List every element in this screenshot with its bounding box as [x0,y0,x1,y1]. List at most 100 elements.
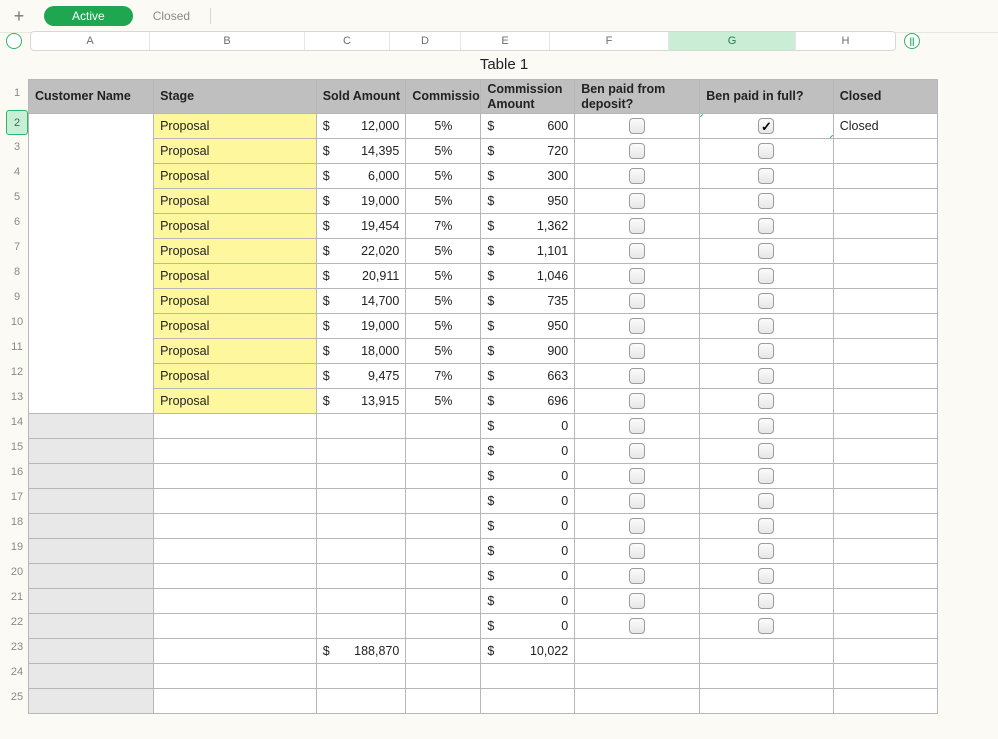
cell-deposit-paid[interactable] [575,464,700,489]
cell-sold-amount[interactable] [316,514,406,539]
checkbox-deposit[interactable] [629,493,645,509]
cell[interactable] [833,689,937,714]
cell-paid-in-full[interactable] [700,614,833,639]
cell-sold-amount[interactable]: $22,020 [316,239,406,264]
cell-commission-amount[interactable]: $0 [481,439,575,464]
column-letter-H[interactable]: H [796,32,895,50]
cell-commission-amount[interactable]: $0 [481,539,575,564]
cell-commission-pct[interactable]: 5% [406,239,481,264]
checkbox-paid-full[interactable] [758,543,774,559]
cell-closed[interactable] [833,289,937,314]
checkbox-deposit[interactable] [629,468,645,484]
cell-stage[interactable]: Proposal [154,389,317,414]
row-number[interactable]: 24 [6,660,28,685]
cell-sold-amount[interactable]: $14,700 [316,289,406,314]
header-closed[interactable]: Closed [833,80,937,114]
checkbox-deposit[interactable] [629,268,645,284]
checkbox-paid-full[interactable] [758,493,774,509]
checkbox-paid-full[interactable] [758,268,774,284]
cell-paid-in-full[interactable] [700,639,833,664]
cell-commission-pct[interactable] [406,464,481,489]
checkbox-deposit[interactable] [629,318,645,334]
cell-sold-amount[interactable]: $20,911 [316,264,406,289]
row-number[interactable]: 18 [6,510,28,535]
checkbox-deposit[interactable] [629,143,645,159]
cell-sold-amount[interactable]: $18,000 [316,339,406,364]
cell-commission-amount[interactable]: $1,362 [481,214,575,239]
cell[interactable] [406,664,481,689]
cell[interactable] [575,664,700,689]
cell-paid-in-full[interactable] [700,414,833,439]
cell-stage[interactable]: Proposal [154,339,317,364]
cell-sold-amount[interactable]: $14,395 [316,139,406,164]
cell-commission-pct[interactable] [406,614,481,639]
checkbox-paid-full[interactable] [758,118,774,134]
header-deposit-paid[interactable]: Ben paid fromdeposit? [575,80,700,114]
cell-stage[interactable] [154,639,317,664]
cell-paid-in-full[interactable] [700,489,833,514]
freeze-toggle-button[interactable]: || [904,33,920,49]
cell-commission-pct[interactable] [406,589,481,614]
cell-commission-amount[interactable]: $600 [481,114,575,139]
cell-commission-pct[interactable]: 5% [406,264,481,289]
column-letter-G[interactable]: G [669,32,796,50]
checkbox-deposit[interactable] [629,593,645,609]
checkbox-deposit[interactable] [629,418,645,434]
cell-commission-total[interactable]: $10,022 [481,639,575,664]
header-paid-in-full[interactable]: Ben paid in full? [700,80,833,114]
cell-commission-pct[interactable]: 5% [406,389,481,414]
cell-commission-pct[interactable]: 5% [406,339,481,364]
cell-commission-pct[interactable]: 7% [406,214,481,239]
cell-sold-total[interactable]: $188,870 [316,639,406,664]
header-sold-amount[interactable]: Sold Amount [316,80,406,114]
cell-sold-amount[interactable] [316,464,406,489]
cell-closed[interactable] [833,239,937,264]
checkbox-paid-full[interactable] [758,193,774,209]
cell-closed[interactable] [833,614,937,639]
checkbox-deposit[interactable] [629,243,645,259]
row-number[interactable]: 2 [6,110,28,135]
cell-closed[interactable] [833,489,937,514]
cell[interactable] [700,664,833,689]
sheet-tab-closed[interactable]: Closed [133,6,210,26]
column-letter-D[interactable]: D [390,32,461,50]
cell-stage[interactable]: Proposal [154,239,317,264]
cell-commission-amount[interactable]: $720 [481,139,575,164]
row-number[interactable]: 15 [6,435,28,460]
checkbox-paid-full[interactable] [758,393,774,409]
sheet-tab-active[interactable]: Active [44,6,133,26]
row-number[interactable]: 10 [6,310,28,335]
cell-deposit-paid[interactable] [575,389,700,414]
cell-commission-pct[interactable]: 5% [406,114,481,139]
cell-paid-in-full[interactable] [700,139,833,164]
cell-deposit-paid[interactable] [575,314,700,339]
cell-sold-amount[interactable]: $9,475 [316,364,406,389]
checkbox-paid-full[interactable] [758,443,774,459]
cell-deposit-paid[interactable] [575,439,700,464]
cell-commission-amount[interactable]: $300 [481,164,575,189]
column-letter-E[interactable]: E [461,32,550,50]
cell-sold-amount[interactable]: $12,000 [316,114,406,139]
cell-stage[interactable] [154,464,317,489]
row-number[interactable]: 5 [6,185,28,210]
row-number[interactable]: 6 [6,210,28,235]
row-number[interactable]: 7 [6,235,28,260]
cell-sold-amount[interactable]: $19,000 [316,314,406,339]
cell-stage[interactable]: Proposal [154,114,317,139]
cell-closed[interactable] [833,164,937,189]
cell-customer-name[interactable] [29,639,154,664]
cell-closed[interactable] [833,639,937,664]
cell-commission-amount[interactable]: $900 [481,339,575,364]
cell[interactable] [481,664,575,689]
cell-paid-in-full[interactable] [700,164,833,189]
cell-commission-pct[interactable] [406,514,481,539]
checkbox-deposit[interactable] [629,543,645,559]
cell-closed[interactable] [833,264,937,289]
checkbox-deposit[interactable] [629,368,645,384]
cell-paid-in-full[interactable] [700,314,833,339]
row-number[interactable]: 11 [6,335,28,360]
cell-deposit-paid[interactable] [575,214,700,239]
cell-closed[interactable] [833,414,937,439]
cell-paid-in-full[interactable] [700,389,833,414]
cell-commission-pct[interactable]: 7% [406,364,481,389]
